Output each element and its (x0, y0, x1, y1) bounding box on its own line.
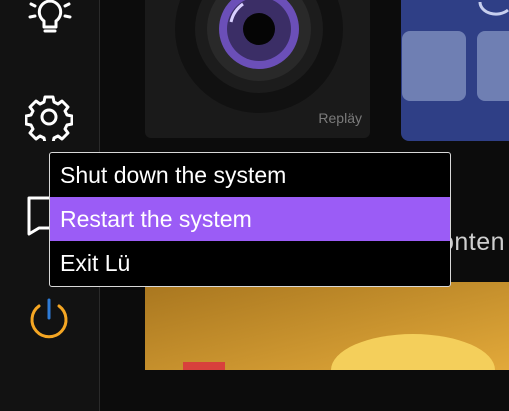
menu-item-restart[interactable]: Restart the system (50, 197, 450, 241)
card-caption: Repläy (318, 110, 362, 126)
power-menu: Shut down the system Restart the system … (49, 152, 451, 287)
arc-decoration (478, 1, 509, 16)
media-card[interactable]: Repläy (145, 0, 370, 138)
menu-item-shut-down[interactable]: Shut down the system (50, 153, 450, 197)
bottom-card-art (145, 282, 509, 370)
tile (477, 31, 509, 101)
power-icon[interactable] (25, 296, 73, 349)
gear-icon[interactable] (24, 93, 74, 146)
lightbulb-icon[interactable] (25, 0, 75, 47)
menu-item-exit[interactable]: Exit Lü (50, 241, 450, 285)
bottom-card[interactable] (145, 282, 509, 370)
blue-card[interactable] (401, 0, 509, 141)
tile (402, 31, 466, 101)
